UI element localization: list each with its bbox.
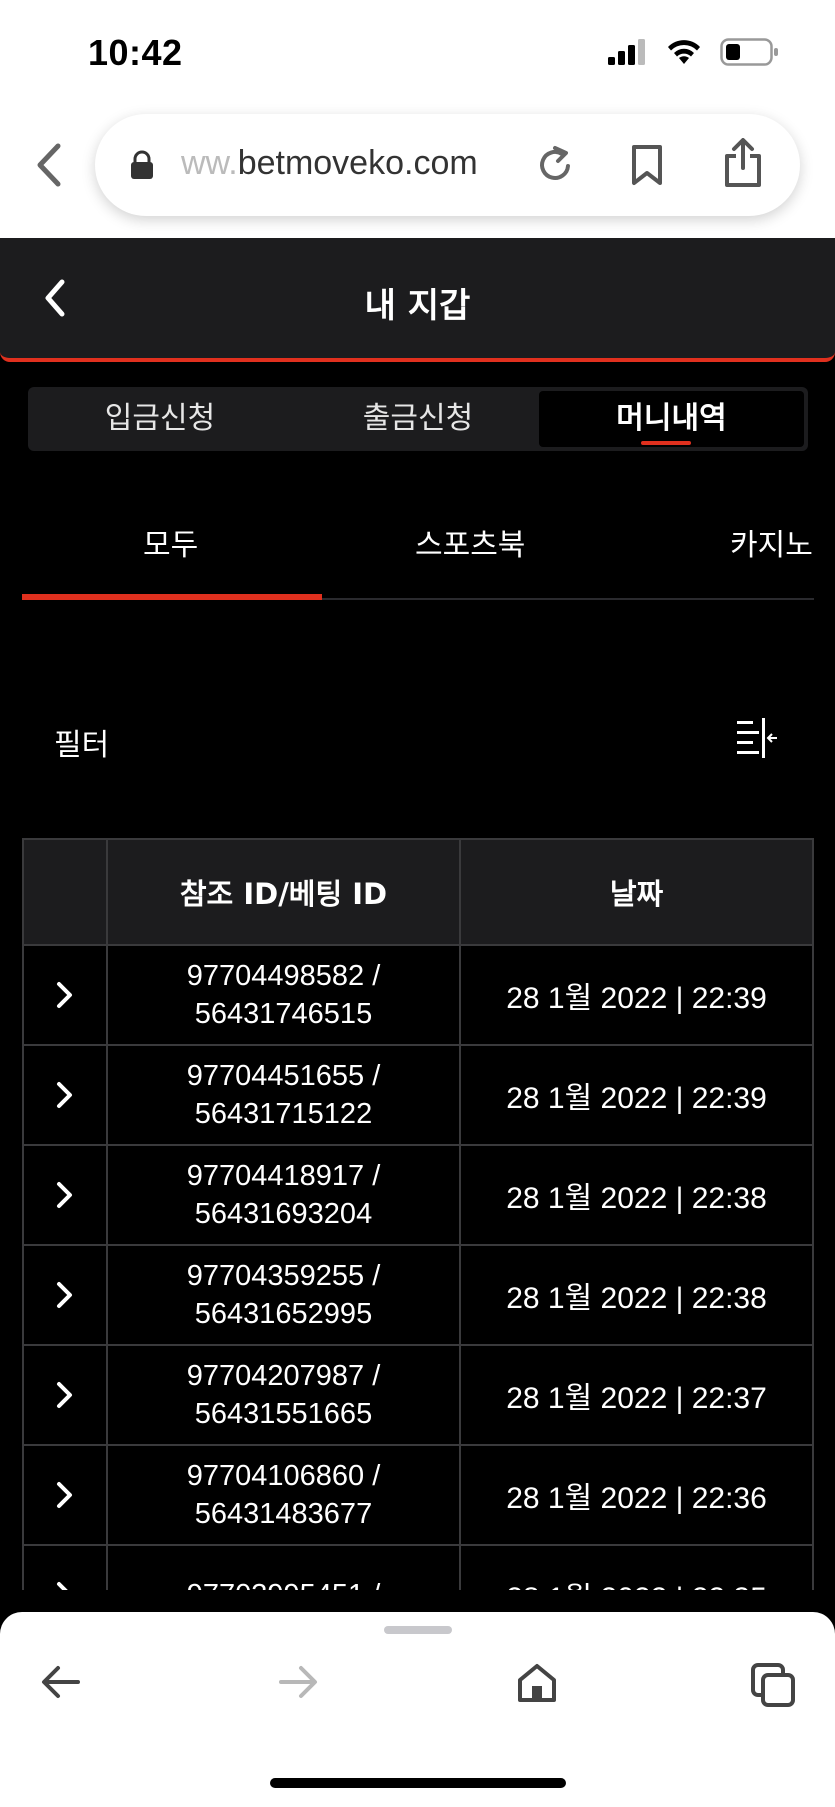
wifi-icon <box>668 40 700 64</box>
table-header: 참조 ID/베팅 ID 날짜 <box>24 840 812 946</box>
table-row[interactable]: 97704451655 / 56431715122 28 1월 2022 | 22:… <box>24 1046 812 1146</box>
date-cell: 28 1월 2022 | 22:39 <box>506 1082 767 1115</box>
ref-bet-id-cell: 97704451655 / 56431715122 <box>108 1046 461 1144</box>
browser-toolbar: ww.betmoveko.com <box>0 100 835 238</box>
signal-icon <box>608 39 645 65</box>
date-cell: 28 1월 2022 | 22:39 <box>506 982 767 1015</box>
expand-row-cell[interactable] <box>24 1246 108 1344</box>
bet-id: 56431551665 <box>194 1398 373 1430</box>
table-row[interactable]: 97704106860 / 56431483677 28 1월 2022 | 22:… <box>24 1446 812 1546</box>
expand-row-cell[interactable] <box>24 1146 108 1244</box>
money-history-table: 참조 ID/베팅 ID 날짜 97704498582 / 56431746515 2… <box>22 838 814 1590</box>
chevron-right-icon <box>57 982 72 1008</box>
home-indicator <box>270 1778 566 1788</box>
header-expand-col <box>24 840 108 944</box>
ref-bet-id-cell: 97704207987 / 56431551665 <box>108 1346 461 1444</box>
expand-row-cell[interactable] <box>24 946 108 1044</box>
expand-row-cell[interactable] <box>24 1046 108 1144</box>
table-row[interactable]: 97704418917 / 56431693204 28 1월 2022 | 22:… <box>24 1146 812 1246</box>
chevron-right-icon <box>57 1382 72 1408</box>
ref-id: 97703995451 / <box>187 1576 381 1590</box>
filter-toggle-icon[interactable] <box>735 718 779 758</box>
tab-casino[interactable]: 카지노 <box>730 520 813 564</box>
ref-bet-id-cell: 97704498582 / 56431746515 <box>108 946 461 1044</box>
table-row[interactable]: 97704359255 / 56431652995 28 1월 2022 | 22:… <box>24 1246 812 1346</box>
ref-bet-id-cell: 97704359255 / 56431652995 <box>108 1246 461 1344</box>
table-body: 97704498582 / 56431746515 28 1월 2022 | 22:… <box>24 946 812 1590</box>
url-prefix: ww. <box>181 144 238 182</box>
forward-arrow-icon[interactable] <box>277 1662 319 1702</box>
wallet-segment-control: 입금신청 출금신청 머니내역 <box>28 387 808 451</box>
tab-active-indicator <box>22 594 322 600</box>
bet-id: 56431746515 <box>194 998 373 1030</box>
table-row[interactable]: 97704207987 / 56431551665 28 1월 2022 | 22:… <box>24 1346 812 1446</box>
home-icon[interactable] <box>516 1662 558 1704</box>
header-ref-id: 참조 ID/베팅 ID <box>108 840 461 944</box>
browser-back-chevron-icon[interactable] <box>30 140 70 190</box>
browser-bottom-toolbar <box>0 1612 835 1807</box>
tabs-icon[interactable] <box>750 1662 796 1708</box>
status-time: 10:42 <box>88 32 183 73</box>
filter-label: 필터 <box>54 728 110 763</box>
segment-money-history-label: 머니내역 <box>616 401 727 436</box>
share-icon[interactable] <box>723 138 763 188</box>
ref-id: 97704207987 / <box>186 1360 381 1392</box>
status-bar: 10:42 <box>0 0 835 100</box>
date-cell: 28 1월 2022 | 22:38 <box>506 1282 767 1315</box>
ref-id: 97704359255 / <box>186 1260 381 1292</box>
chevron-right-icon <box>57 1082 72 1108</box>
segment-money-history[interactable]: 머니내역 <box>539 391 804 447</box>
expand-row-cell[interactable] <box>24 1546 108 1590</box>
lock-icon <box>131 150 153 179</box>
header-date: 날짜 <box>609 877 664 911</box>
url-domain: betmoveko.com <box>237 144 478 182</box>
bookmark-icon[interactable] <box>630 144 664 186</box>
date-cell: 28 1월 2022 | 22:38 <box>506 1182 767 1215</box>
ref-id: 97704106860 / <box>186 1460 381 1492</box>
bet-id: 56431693204 <box>194 1198 373 1230</box>
expand-row-cell[interactable] <box>24 1446 108 1544</box>
bet-id: 56431715122 <box>194 1098 373 1130</box>
grab-handle[interactable] <box>384 1626 452 1634</box>
ref-id: 97704498582 / <box>186 960 381 992</box>
chevron-right-icon <box>57 1182 72 1208</box>
address-bar[interactable]: ww.betmoveko.com <box>95 114 800 216</box>
page-title: 내 지갑 <box>364 286 471 326</box>
ref-bet-id-cell: 97703995451 / <box>108 1546 461 1590</box>
date-cell: 28 1월 2022 | 22:37 <box>506 1382 767 1415</box>
chevron-right-icon <box>57 1282 72 1308</box>
chevron-right-icon <box>57 1482 72 1508</box>
bet-id: 56431483677 <box>194 1498 373 1530</box>
ref-id: 97704451655 / <box>186 1060 381 1092</box>
ref-bet-id-cell: 97704418917 / 56431693204 <box>108 1146 461 1244</box>
url-text: ww.betmoveko.com <box>181 144 478 183</box>
table-row[interactable]: 97703995451 / 28 1월 2022 | 22:35 <box>24 1546 812 1590</box>
tab-all[interactable]: 모두 <box>143 520 198 564</box>
expand-row-cell[interactable] <box>24 1346 108 1444</box>
tab-sportsbook[interactable]: 스포츠북 <box>415 520 525 564</box>
bet-id: 56431652995 <box>194 1298 373 1330</box>
date-cell: 28 1월 2022 | 22:36 <box>506 1482 767 1515</box>
ref-bet-id-cell: 97704106860 / 56431483677 <box>108 1446 461 1544</box>
status-icons <box>608 38 780 66</box>
reload-icon[interactable] <box>535 144 575 186</box>
category-tabs: 모두 스포츠북 카지노 <box>22 510 814 600</box>
table-row[interactable]: 97704498582 / 56431746515 28 1월 2022 | 22:… <box>24 946 812 1046</box>
segment-deposit[interactable]: 입금신청 <box>32 391 288 447</box>
battery-icon <box>720 38 778 66</box>
ref-id: 97704418917 / <box>186 1160 381 1192</box>
back-arrow-icon[interactable] <box>40 1662 82 1702</box>
segment-withdraw[interactable]: 출금신청 <box>290 391 546 447</box>
app-header: 내 지갑 <box>0 238 835 362</box>
chevron-right-icon <box>57 1582 68 1590</box>
segment-active-underline <box>641 441 691 445</box>
date-cell: 28 1월 2022 | 22:35 <box>461 1546 812 1590</box>
